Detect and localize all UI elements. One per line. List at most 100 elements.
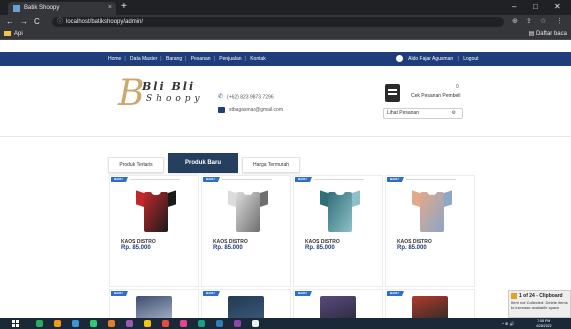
reading-list-button[interactable]: ▤ Daftar baca [529,30,567,39]
nav-separator: | [244,56,246,62]
windows-start-icon[interactable] [12,320,19,327]
browser-tab[interactable]: Batik Shoopy × [8,2,116,15]
nav-barang[interactable]: Barang [166,56,182,62]
screen: Batik Shoopy × + – □ ✕ ← → C ⓘ localhost… [0,0,571,329]
product-card[interactable]: BARU KAOS DISTRO Rp. 85.000 [293,175,383,287]
zoom-icon[interactable]: ⊕ [512,16,518,28]
nav-pesanan[interactable]: Pesanan [191,56,211,62]
new-badge: BARU [387,291,404,296]
taskbar-app-icon[interactable] [126,320,133,327]
taskbar-app-icon[interactable] [180,320,187,327]
taskbar-app-icon[interactable] [36,320,43,327]
nav-penjualan[interactable]: Penjualan [219,56,241,62]
tab-harga-termurah[interactable]: Harga Termurah [242,157,300,173]
taskbar-app-icon[interactable] [108,320,115,327]
mail-icon [218,106,225,113]
product-tabs: Produk Terlaris Produk Baru Harga Termur… [108,153,300,173]
tshirt-image [412,296,448,318]
folder-icon [4,30,11,36]
taskbar-app-icon[interactable] [144,320,151,327]
product-card[interactable]: BARU [385,289,475,319]
taskbar: ^ ⊕ 🔊 7:58 PM 4/28/2022 [0,318,571,329]
taskbar-app-icon[interactable] [234,320,241,327]
bookmarks-bar: Api ▤ Daftar baca [0,29,571,40]
new-badge: BARU [203,177,220,182]
phone-icon: ✆ [218,94,224,100]
product-card[interactable]: BARU [109,289,199,319]
url-input[interactable]: ⓘ localhost/batikshoopy/admin/ [52,17,504,27]
taskbar-app-icon[interactable] [198,320,205,327]
product-card[interactable]: BARU KAOS DISTRO Rp. 85.000 [201,175,291,287]
taskbar-app-icon[interactable] [216,320,223,327]
phone-text: (+62) 823 9873 7296 [227,94,274,101]
user-menu: Aldo Fajar Agusman | Logout [396,52,479,66]
site-info-icon[interactable]: ⓘ [57,17,63,27]
nav-data-master[interactable]: Data Master [130,56,157,62]
bookmark-api[interactable]: Api [4,30,23,39]
menu-icon[interactable]: ⋮ [556,16,563,28]
product-card[interactable]: BARU [293,289,383,319]
notification-title: 1 of 24 - Clipboard [519,293,563,299]
card-line [222,179,272,180]
order-select[interactable]: Lihat Pesanan ⚙ [383,108,463,119]
order-book-icon[interactable] [385,84,400,102]
contact-phone: ✆ (+62) 823 9873 7296 [218,93,274,101]
tshirt-image [228,296,264,318]
card-line [406,179,456,180]
site-navbar: Home | Data Master | Barang | Pesanan | Penj… [0,52,571,66]
minimize-button[interactable]: – [512,1,516,13]
clock[interactable]: 7:58 PM 4/28/2022 [536,319,552,328]
product-card[interactable]: BARU [201,289,291,319]
gear-icon: ⚙ [451,110,456,116]
system-tray[interactable]: ^ ⊕ 🔊 [502,318,514,329]
tshirt-image [136,188,176,232]
tab-close-icon[interactable]: × [108,3,112,13]
new-badge: BARU [111,291,128,296]
taskbar-app-icon[interactable] [72,320,79,327]
back-arrow-icon[interactable]: ← [6,16,14,28]
tshirt-image [412,188,452,232]
product-card[interactable]: BARU KAOS DISTRO Rp. 85.000 [385,175,475,287]
reload-icon[interactable]: C [34,16,40,28]
tab-title: Batik Shoopy [24,5,60,11]
url-text: localhost/batikshoopy/admin/ [66,19,144,25]
address-bar-row: ← → C ⓘ localhost/batikshoopy/admin/ ⊕ ⇪… [0,15,571,29]
site-logo[interactable]: B Bli Bli Shoopy [118,74,208,118]
nav-kontak[interactable]: Kontak [250,56,266,62]
new-badge: BARU [111,177,128,182]
new-badge: BARU [203,291,220,296]
share-icon[interactable]: ⇪ [526,16,532,28]
nav-home[interactable]: Home [108,56,121,62]
product-price: Rp. 85.000 [121,245,151,251]
tab-produk-terlaris[interactable]: Produk Terlaris [108,157,164,173]
close-window-button[interactable]: ✕ [554,1,561,13]
card-line [314,179,364,180]
taskbar-app-icon[interactable] [54,320,61,327]
user-name[interactable]: Aldo Fajar Agusman [408,56,453,62]
clipboard-notification[interactable]: 1 of 24 - Clipboard Item not Collected: … [508,290,571,318]
clipboard-icon [511,293,517,299]
product-card[interactable]: BARU KAOS DISTRO Rp. 85.000 [109,175,199,287]
new-tab-button[interactable]: + [121,1,127,13]
maximize-button[interactable]: □ [533,1,538,13]
logo-mark: B [118,73,145,114]
taskbar-app-icon[interactable] [90,320,97,327]
product-price: Rp. 85.000 [213,245,243,251]
reading-list-label: Daftar baca [535,31,567,37]
logout-link[interactable]: Logout [463,56,478,62]
tshirt-image [320,188,360,232]
forward-arrow-icon[interactable]: → [20,16,28,28]
star-icon[interactable]: ☆ [540,16,546,28]
order-check-label[interactable]: Cek Pesanan Pembeli [411,92,460,100]
reading-list-icon: ▤ [528,31,536,37]
tshirt-image [228,188,268,232]
new-badge: BARU [387,177,404,182]
header-divider [0,136,571,137]
nav-separator: | [213,56,215,62]
email-text: stbagasmar@gmail.com [229,107,283,113]
tab-produk-baru[interactable]: Produk Baru [168,153,238,173]
order-count: 0 [456,84,459,90]
taskbar-app-icon[interactable] [162,320,169,327]
nav-separator: | [124,56,126,62]
taskbar-app-icon[interactable] [252,320,259,327]
